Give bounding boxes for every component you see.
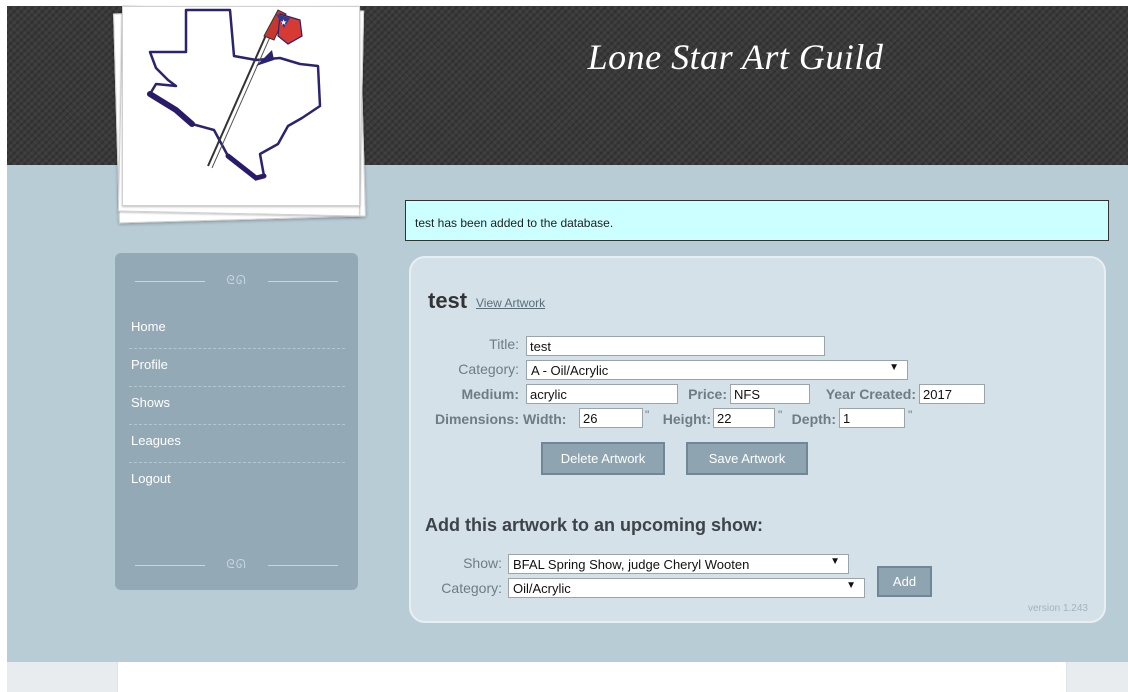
save-artwork-button[interactable]: Save Artwork	[686, 442, 808, 475]
sidebar-item-leagues[interactable]: Leagues	[129, 425, 345, 463]
sidebar-item-home[interactable]: Home	[129, 311, 345, 349]
footer-area	[117, 662, 1067, 692]
price-label: Price:	[688, 386, 727, 402]
medium-input[interactable]	[526, 384, 678, 404]
artwork-panel: test View Artwork Title: Category: A - O…	[409, 256, 1106, 623]
artwork-heading: test	[428, 288, 468, 313]
add-to-show-heading: Add this artwork to an upcoming show:	[425, 515, 764, 535]
version-label: version 1.243	[1027, 603, 1088, 614]
svg-text:★: ★	[280, 18, 287, 27]
height-unit: "	[778, 408, 783, 422]
category-select[interactable]: A - Oil/Acrylic ▼	[526, 360, 908, 380]
chevron-down-icon: ▼	[889, 362, 899, 373]
show-label: Show:	[463, 555, 502, 571]
chevron-down-icon: ▼	[846, 580, 856, 591]
top-flourish-icon: ᘓᘏ	[129, 273, 344, 289]
show-category-select[interactable]: Oil/Acrylic ▼	[508, 578, 865, 598]
sidebar: ᘓᘏ Home Profile Shows Leagues Logout ᘓᘏ	[115, 253, 358, 590]
sidebar-item-profile[interactable]: Profile	[129, 349, 345, 387]
sidebar-item-shows[interactable]: Shows	[129, 387, 345, 425]
delete-artwork-button[interactable]: Delete Artwork	[541, 442, 665, 475]
width-label: Width:	[523, 411, 567, 427]
depth-unit: "	[908, 408, 913, 422]
width-input[interactable]	[579, 408, 643, 428]
height-label: Height:	[662, 411, 711, 427]
sidebar-nav: Home Profile Shows Leagues Logout	[129, 311, 345, 501]
sidebar-item-logout[interactable]: Logout	[129, 463, 345, 501]
depth-input[interactable]	[839, 408, 905, 428]
show-select-value: BFAL Spring Show, judge Cheryl Wooten	[513, 557, 750, 572]
add-to-show-button[interactable]: Add	[877, 566, 932, 597]
category-select-value: A - Oil/Acrylic	[531, 363, 609, 378]
medium-label: Medium:	[461, 386, 519, 402]
height-input[interactable]	[713, 408, 775, 428]
bottom-flourish-icon: ᘓᘏ	[129, 557, 344, 573]
title-label: Title:	[489, 336, 519, 352]
width-unit: "	[645, 408, 650, 422]
texas-logo-icon[interactable]: ★	[128, 6, 354, 196]
year-created-label: Year Created:	[825, 386, 916, 402]
success-notice: test has been added to the database.	[405, 200, 1109, 241]
depth-label: Depth:	[791, 411, 836, 427]
show-select[interactable]: BFAL Spring Show, judge Cheryl Wooten ▼	[508, 554, 849, 574]
title-input[interactable]	[526, 336, 825, 356]
show-category-select-value: Oil/Acrylic	[513, 581, 571, 596]
category-label: Category:	[458, 361, 519, 377]
year-created-input[interactable]	[919, 384, 985, 404]
price-input[interactable]	[730, 384, 810, 404]
view-artwork-link[interactable]: View Artwork	[476, 296, 545, 310]
dimensions-label: Dimensions:	[434, 411, 519, 427]
chevron-down-icon: ▼	[830, 556, 840, 567]
show-category-label: Category:	[441, 580, 502, 596]
